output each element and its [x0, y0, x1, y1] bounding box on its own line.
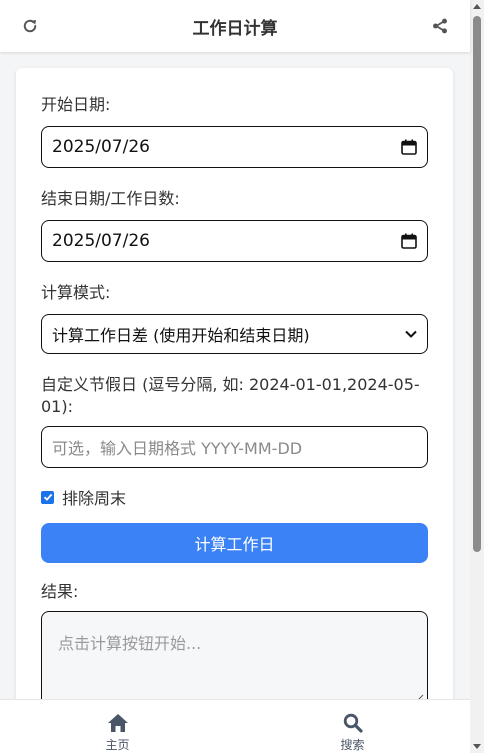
page-title: 工作日计算	[192, 18, 278, 39]
app-header: 工作日计算	[0, 0, 470, 52]
refresh-icon	[23, 19, 37, 33]
end-date-value: 2025/07/26	[52, 231, 150, 251]
nav-item-home[interactable]: 主页	[0, 700, 235, 753]
scrollbar[interactable]	[470, 0, 484, 753]
mode-selected-value: 计算工作日差 (使用开始和结束日期)	[52, 326, 310, 345]
holidays-placeholder: 可选，输入日期格式 YYYY-MM-DD	[52, 439, 303, 458]
mode-select[interactable]: 计算工作日差 (使用开始和结束日期)	[41, 314, 428, 354]
result-textarea[interactable]: 点击计算按钮开始...	[41, 611, 428, 707]
app: 工作日计算 开始日期: 2025/07/26 结束日期/工作日数: 2025/0…	[0, 0, 484, 753]
result-label: 结果:	[41, 582, 79, 601]
search-icon	[343, 713, 363, 733]
scrollbar-thumb[interactable]	[473, 16, 481, 552]
nav-label-search: 搜索	[340, 738, 365, 752]
holidays-input[interactable]: 可选，输入日期格式 YYYY-MM-DD	[41, 426, 428, 468]
checkmark-icon	[43, 493, 52, 501]
scroll-up-arrow-icon[interactable]	[473, 4, 481, 9]
end-date-input[interactable]: 2025/07/26	[41, 220, 428, 262]
exclude-weekends-checkbox[interactable]	[41, 490, 54, 504]
calendar-icon[interactable]	[401, 233, 417, 249]
calendar-icon[interactable]	[401, 139, 417, 155]
holidays-label: 自定义节假日 (逗号分隔, 如: 2024-01-01,2024-05-01):	[41, 375, 420, 416]
nav-label-home: 主页	[105, 738, 130, 752]
home-icon	[107, 714, 128, 732]
result-placeholder: 点击计算按钮开始...	[58, 634, 202, 653]
calculate-button[interactable]: 计算工作日	[41, 523, 428, 563]
scroll-down-arrow-icon[interactable]	[473, 744, 481, 749]
start-date-label: 开始日期:	[41, 95, 111, 114]
nav-item-search[interactable]: 搜索	[235, 700, 470, 753]
refresh-button[interactable]	[18, 14, 42, 38]
start-date-value: 2025/07/26	[52, 137, 150, 157]
mode-label: 计算模式:	[41, 283, 111, 302]
exclude-weekends-row[interactable]: 排除周末	[41, 486, 428, 508]
share-button[interactable]	[428, 14, 452, 38]
exclude-weekends-label: 排除周末	[62, 489, 127, 508]
bottom-nav: 主页 搜索	[0, 699, 470, 753]
end-date-label: 结束日期/工作日数:	[41, 189, 180, 208]
calculator-card: 开始日期: 2025/07/26 结束日期/工作日数: 2025/07/26 计…	[16, 68, 453, 718]
chevron-down-icon	[405, 330, 417, 338]
share-icon	[433, 18, 447, 34]
start-date-input[interactable]: 2025/07/26	[41, 126, 428, 168]
